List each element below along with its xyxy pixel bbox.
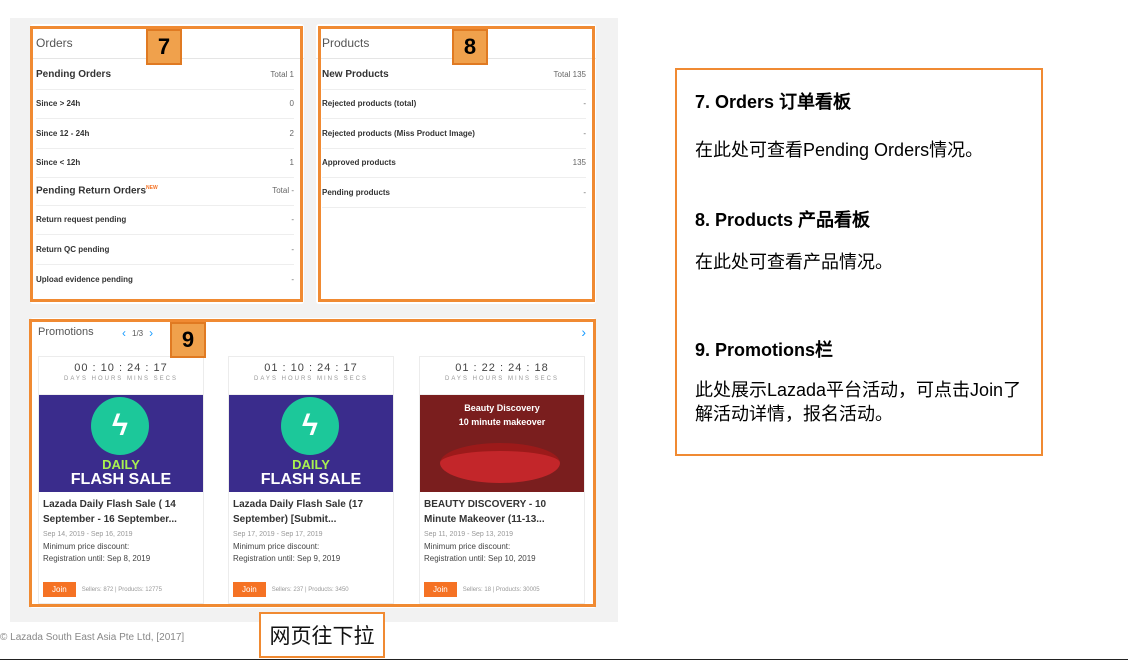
copyright-text: © Lazada South East Asia Pte Ltd, [2017] <box>0 632 185 643</box>
orders-highlight-box <box>30 26 303 302</box>
section-8-title: 8. Products 产品看板 <box>695 210 871 230</box>
section-7-title: 7. Orders 订单看板 <box>695 92 852 112</box>
section-8-body: 在此处可查看产品情况。 <box>695 252 893 272</box>
scroll-down-note: 网页往下拉 <box>259 612 385 658</box>
explanation-box: 7. Orders 订单看板 在此处可查看Pending Orders情况。 8… <box>675 68 1043 456</box>
section-9-title: 9. Promotions栏 <box>695 340 834 360</box>
products-highlight-box <box>318 26 595 302</box>
promotions-highlight-box <box>29 319 596 607</box>
screenshot-stage: Orders Pending Orders Total 1 Since > 24… <box>0 0 1128 663</box>
section-9-body: 此处展示Lazada平台活动，可点击Join了解活动详情，报名活动。 <box>695 380 1022 424</box>
section-7-body: 在此处可查看Pending Orders情况。 <box>695 140 984 160</box>
promotions-badge: 9 <box>170 322 206 358</box>
products-badge: 8 <box>452 29 488 65</box>
bottom-divider <box>0 659 1128 660</box>
orders-badge: 7 <box>146 29 182 65</box>
